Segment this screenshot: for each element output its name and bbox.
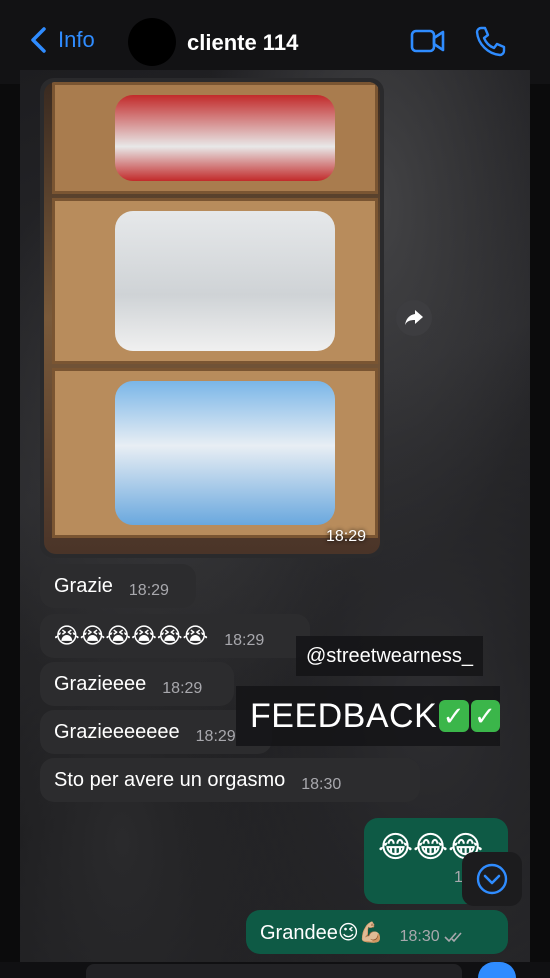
handle-text: @streetwearness_ [306,644,474,667]
message-bubble[interactable]: 😭😭😭😭😭😭 18:29 [40,614,310,658]
message-text: 😭😭😭😭😭😭 [54,623,209,648]
video-call-icon[interactable] [410,26,446,56]
instagram-handle-sticker: @streetwearness_ [296,636,484,676]
read-checkmarks-icon [444,932,462,943]
shoe-box [52,198,378,364]
feedback-text: FEEDBACK [250,696,438,735]
message-time: 18:29 [195,728,236,745]
message-bubble-outgoing[interactable]: Grandee😉💪🏼 18:30 [246,910,508,954]
scroll-to-bottom-button[interactable] [462,852,522,906]
shoe-box [52,368,378,538]
blue-sneaker [115,381,335,525]
message-text: Sto per avere un orgasmo [54,768,286,791]
avatar[interactable] [128,18,176,66]
forward-button[interactable] [396,300,432,336]
check-mark-icon: ✓ [470,700,500,732]
back-label: Info [58,27,95,52]
shoe-box [52,82,378,194]
sneaker-boxes-photo[interactable]: 18:29 [44,82,380,554]
message-time: 18:29 [224,632,265,649]
white-sneaker [115,211,335,351]
message-time: 18:30 [399,928,440,945]
red-sneaker [115,95,335,181]
message-bubble[interactable]: Grazieeee 18:29 [40,662,234,706]
phone-call-icon[interactable] [474,24,506,58]
chevron-down-icon [476,863,508,895]
message-time: 18:29 [162,680,203,697]
message-input[interactable] [86,964,462,978]
photo-message[interactable]: 18:29 [40,78,384,558]
chevron-left-icon [31,27,46,53]
message-bubble[interactable]: Grazie 18:29 [40,564,196,608]
message-bubble[interactable]: Sto per avere un orgasmo 18:30 [40,758,420,802]
back-button[interactable]: Info [28,26,95,54]
message-text: Grandee😉💪🏼 [260,921,384,944]
forward-icon [405,310,423,325]
contact-name[interactable]: cliente 114 [187,30,298,56]
message-text: Grazie [54,574,113,597]
feedback-sticker: FEEDBACK ✓ ✓ [236,686,500,746]
message-text: Grazieeeeeee [54,720,180,743]
check-mark-icon: ✓ [439,700,469,732]
message-time: 18:29 [325,528,366,545]
message-time: 18:29 [128,582,169,599]
message-text: Grazieeee [54,672,147,695]
message-time: 18:30 [301,776,342,793]
